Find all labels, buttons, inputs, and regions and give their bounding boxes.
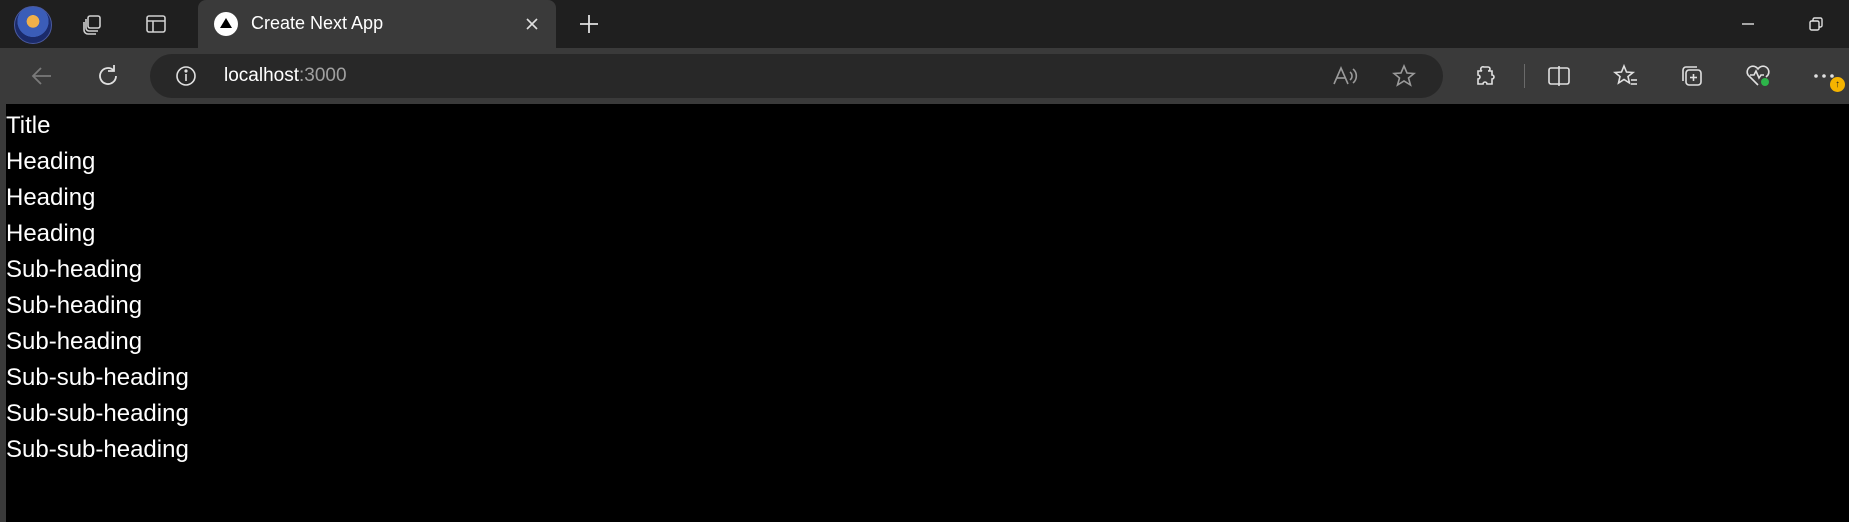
minimize-icon[interactable] <box>1734 10 1762 38</box>
tab-title: Create Next App <box>251 13 384 33</box>
tab-strip: Create Next App <box>0 0 1849 48</box>
workspaces-icon[interactable] <box>78 10 106 38</box>
profile-avatar[interactable] <box>14 6 52 44</box>
page-title: Title <box>6 112 51 139</box>
url-port: :3000 <box>299 65 347 86</box>
sub-heading: Sub-heading <box>6 328 143 355</box>
browser-essentials-icon[interactable] <box>1742 60 1774 92</box>
page-content: Title Heading Heading Heading Sub-headin… <box>6 104 1849 468</box>
back-icon[interactable] <box>26 60 58 92</box>
favorites-icon[interactable] <box>1610 60 1642 92</box>
restore-icon[interactable] <box>1802 10 1830 38</box>
sub-sub-heading: Sub-sub-heading <box>6 400 189 427</box>
sub-sub-heading: Sub-sub-heading <box>6 364 189 391</box>
update-available-badge[interactable]: ↑ <box>1830 77 1845 92</box>
close-icon[interactable] <box>520 12 544 36</box>
site-info-icon[interactable] <box>174 64 198 88</box>
page-viewport: Title Heading Heading Heading Sub-headin… <box>0 104 1849 522</box>
toolbar-divider <box>1524 64 1525 88</box>
sub-heading: Sub-heading <box>6 292 143 319</box>
browser-toolbar: localhost:3000 <box>0 48 1849 104</box>
sub-heading: Sub-heading <box>6 256 143 283</box>
address-bar[interactable]: localhost:3000 <box>150 54 1443 98</box>
collections-icon[interactable] <box>1676 60 1708 92</box>
heading: Heading <box>6 148 96 175</box>
url-text[interactable]: localhost:3000 <box>224 65 347 87</box>
next-logo-icon <box>214 12 238 36</box>
refresh-icon[interactable] <box>92 60 124 92</box>
heading: Heading <box>6 184 96 211</box>
split-screen-icon[interactable] <box>1543 60 1575 92</box>
active-tab[interactable]: Create Next App <box>198 0 556 48</box>
vertical-tabs-icon[interactable] <box>142 10 170 38</box>
new-tab-icon[interactable] <box>575 10 603 38</box>
favorite-star-icon[interactable] <box>1392 64 1416 88</box>
url-host: localhost <box>224 65 299 86</box>
heading: Heading <box>6 220 96 247</box>
read-aloud-icon[interactable] <box>1332 64 1358 88</box>
extensions-icon[interactable] <box>1471 60 1503 92</box>
sub-sub-heading: Sub-sub-heading <box>6 436 189 463</box>
